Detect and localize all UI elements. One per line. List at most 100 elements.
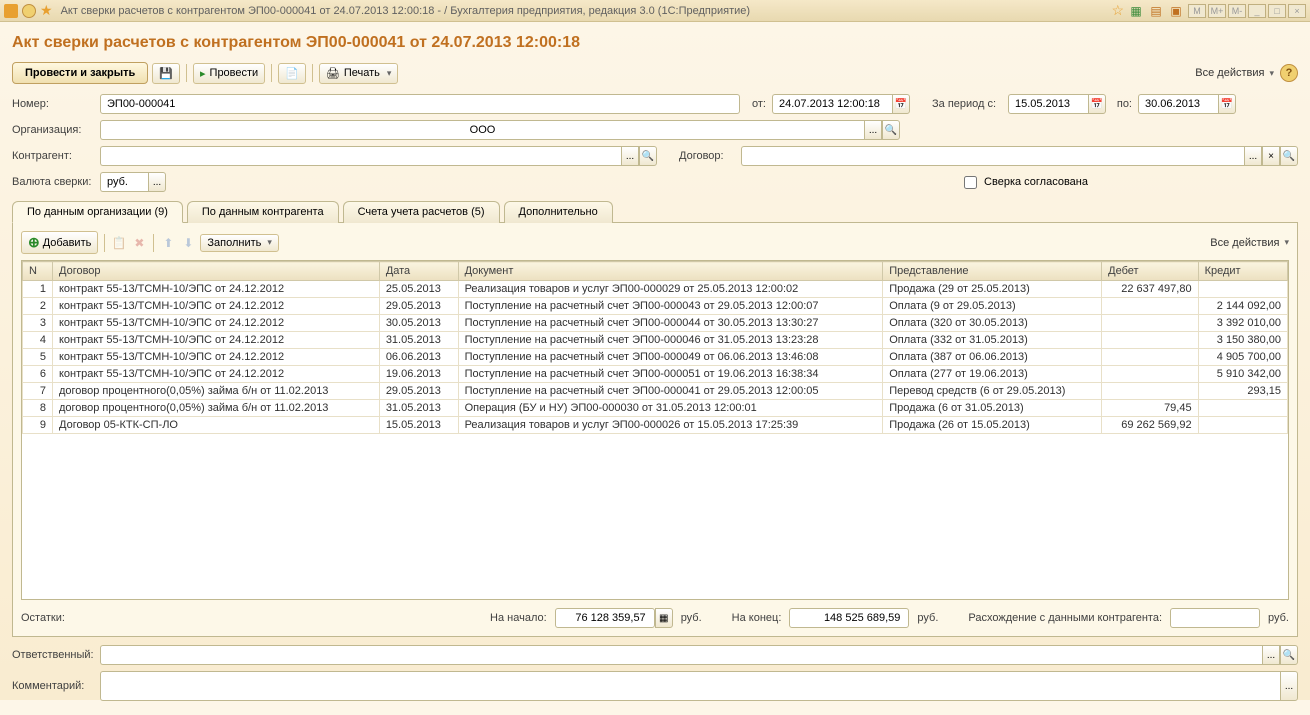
save-button[interactable]: 💾	[152, 63, 180, 84]
calendar-icon[interactable]: 📅	[892, 94, 910, 114]
org-input[interactable]	[100, 120, 864, 140]
search-icon[interactable]: 🔍	[639, 146, 657, 166]
mem-mplus-button[interactable]: M+	[1208, 4, 1226, 18]
search-icon[interactable]: 🔍	[882, 120, 900, 140]
maximize-button[interactable]: □	[1268, 4, 1286, 18]
cell-doc: Реализация товаров и услуг ЭП00-000026 о…	[458, 417, 883, 434]
help-button[interactable]: ?	[1280, 64, 1298, 82]
cell-repr: Оплата (277 от 19.06.2013)	[883, 366, 1102, 383]
select-icon[interactable]: ...	[621, 146, 639, 166]
mem-m-button[interactable]: M	[1188, 4, 1206, 18]
tabs: По данным организации (9)По данным контр…	[12, 200, 1298, 223]
all-actions-button[interactable]: Все действия	[1195, 67, 1274, 79]
cell-credit	[1198, 417, 1287, 434]
column-header[interactable]: Договор	[53, 262, 380, 281]
table-all-actions-button[interactable]: Все действия	[1210, 237, 1289, 249]
calc-icon[interactable]: ▦	[655, 608, 673, 628]
calendar-icon[interactable]: 📅	[1088, 94, 1106, 114]
tab[interactable]: Дополнительно	[504, 201, 613, 223]
period-from-input[interactable]	[1008, 94, 1088, 114]
content-area: Акт сверки расчетов с контрагентом ЭП00-…	[0, 22, 1310, 715]
counterparty-input[interactable]	[100, 146, 621, 166]
table-row[interactable]: 6контракт 55-13/ТСМН-10/ЭПС от 24.12.201…	[23, 366, 1288, 383]
grid-icon[interactable]: ▦	[1128, 3, 1144, 19]
copy-icon[interactable]: 📋	[111, 235, 127, 251]
cell-contract: контракт 55-13/ТСМН-10/ЭПС от 24.12.2012	[53, 281, 380, 298]
cell-contract: контракт 55-13/ТСМН-10/ЭПС от 24.12.2012	[53, 349, 380, 366]
mem-mminus-button[interactable]: M-	[1228, 4, 1246, 18]
move-up-icon[interactable]: ⬆	[160, 235, 176, 251]
favorite-icon[interactable]: ☆	[1111, 2, 1124, 19]
number-input[interactable]	[100, 94, 740, 114]
column-header[interactable]: Документ	[458, 262, 883, 281]
diff-label: Расхождение с данными контрагента:	[968, 612, 1162, 624]
minimize-button[interactable]: _	[1248, 4, 1266, 18]
table-row[interactable]: 5контракт 55-13/ТСМН-10/ЭПС от 24.12.201…	[23, 349, 1288, 366]
cell-debit	[1102, 349, 1198, 366]
report-button[interactable]: 📄	[278, 63, 306, 84]
row-counterparty: Контрагент: ... 🔍 Договор: ... × 🔍	[12, 146, 1298, 166]
table-row[interactable]: 4контракт 55-13/ТСМН-10/ЭПС от 24.12.201…	[23, 332, 1288, 349]
cell-doc: Операция (БУ и НУ) ЭП00-000030 от 31.05.…	[458, 400, 883, 417]
delete-icon[interactable]: ✖	[131, 235, 147, 251]
comment-input[interactable]	[100, 671, 1280, 701]
close-button[interactable]: ×	[1288, 4, 1306, 18]
calendar-icon[interactable]: ▣	[1168, 3, 1184, 19]
date-from-input[interactable]	[772, 94, 892, 114]
cell-contract: контракт 55-13/ТСМН-10/ЭПС от 24.12.2012	[53, 332, 380, 349]
star-icon[interactable]: ★	[40, 2, 53, 19]
table-row[interactable]: 7договор процентного(0,05%) займа б/н от…	[23, 383, 1288, 400]
column-header[interactable]: Представление	[883, 262, 1102, 281]
post-button[interactable]: ▸Провести	[193, 63, 265, 84]
tab[interactable]: По данным организации (9)	[12, 201, 183, 223]
table-row[interactable]: 9Договор 05-КТК-СП-ЛО15.05.2013Реализаци…	[23, 417, 1288, 434]
select-icon[interactable]: ...	[148, 172, 166, 192]
tab[interactable]: По данным контрагента	[187, 201, 339, 223]
column-header[interactable]: N	[23, 262, 53, 281]
column-header[interactable]: Дата	[379, 262, 458, 281]
cell-debit	[1102, 383, 1198, 400]
contract-input[interactable]	[741, 146, 1244, 166]
search-icon[interactable]: 🔍	[1280, 645, 1298, 665]
table-row[interactable]: 1контракт 55-13/ТСМН-10/ЭПС от 24.12.201…	[23, 281, 1288, 298]
add-icon: ⊕	[28, 234, 40, 251]
cell-repr: Продажа (29 от 25.05.2013)	[883, 281, 1102, 298]
number-label: Номер:	[12, 98, 94, 110]
print-button[interactable]: 🖨Печать	[319, 63, 399, 84]
table-row[interactable]: 8договор процентного(0,05%) займа б/н от…	[23, 400, 1288, 417]
data-table-wrap[interactable]: NДоговорДатаДокументПредставлениеДебетКр…	[21, 260, 1289, 600]
table-row[interactable]: 3контракт 55-13/ТСМН-10/ЭПС от 24.12.201…	[23, 315, 1288, 332]
search-icon[interactable]: 🔍	[1280, 146, 1298, 166]
cell-date: 30.05.2013	[379, 315, 458, 332]
calc-icon[interactable]: ▤	[1148, 3, 1164, 19]
column-header[interactable]: Кредит	[1198, 262, 1287, 281]
cell-credit	[1198, 400, 1287, 417]
cell-debit: 79,45	[1102, 400, 1198, 417]
select-icon[interactable]: ...	[864, 120, 882, 140]
cell-credit: 4 905 700,00	[1198, 349, 1287, 366]
column-header[interactable]: Дебет	[1102, 262, 1198, 281]
clear-icon[interactable]: ×	[1262, 146, 1280, 166]
select-icon[interactable]: ...	[1244, 146, 1262, 166]
cell-debit: 69 262 569,92	[1102, 417, 1198, 434]
comment-label: Комментарий:	[12, 680, 94, 692]
move-down-icon[interactable]: ⬇	[180, 235, 196, 251]
currency-input[interactable]	[100, 172, 148, 192]
row-currency: Валюта сверки: ... Сверка согласована	[12, 172, 1298, 192]
tab[interactable]: Счета учета расчетов (5)	[343, 201, 500, 223]
table-row[interactable]: 2контракт 55-13/ТСМН-10/ЭПС от 24.12.201…	[23, 298, 1288, 315]
agreed-checkbox[interactable]	[964, 176, 977, 189]
responsible-input[interactable]	[100, 645, 1262, 665]
nav-down-icon[interactable]	[22, 4, 36, 18]
calendar-icon[interactable]: 📅	[1218, 94, 1236, 114]
cell-contract: Договор 05-КТК-СП-ЛО	[53, 417, 380, 434]
select-icon[interactable]: ...	[1280, 671, 1298, 701]
fill-button[interactable]: Заполнить	[200, 234, 279, 252]
cell-date: 29.05.2013	[379, 383, 458, 400]
totals-row: Остатки: На начало: 76 128 359,57 ▦ руб.…	[21, 608, 1289, 628]
select-icon[interactable]: ...	[1262, 645, 1280, 665]
post-and-close-button[interactable]: Провести и закрыть	[12, 62, 148, 84]
add-button[interactable]: ⊕Добавить	[21, 231, 98, 254]
period-to-input[interactable]	[1138, 94, 1218, 114]
window-title: Акт сверки расчетов с контрагентом ЭП00-…	[61, 5, 1108, 17]
